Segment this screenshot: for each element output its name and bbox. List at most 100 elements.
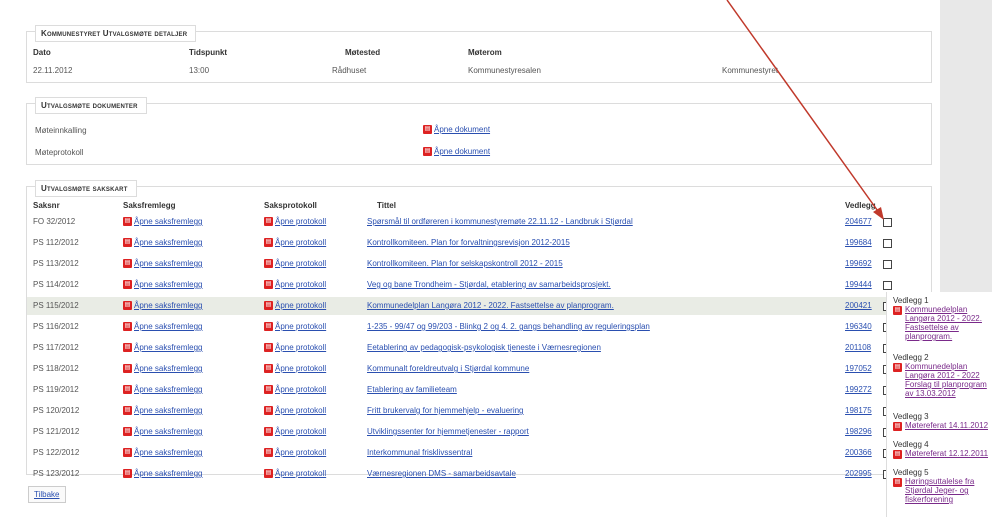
vedlegg-cell[interactable]: 198175 <box>845 406 872 415</box>
open-protokoll-link[interactable]: Åpne protokoll <box>275 322 326 331</box>
vedlegg-link-text[interactable]: Kommunedelplan Langøra 2012 - 2022 Forsl… <box>905 362 987 398</box>
attachment-icon[interactable] <box>883 218 892 227</box>
saksprotokoll-cell[interactable]: ▤ Åpne protokoll <box>264 343 326 353</box>
open-saksfremlegg-link[interactable]: Åpne saksfremlegg <box>134 301 202 310</box>
open-protokoll-link[interactable]: Åpne protokoll <box>275 301 326 310</box>
open-saksfremlegg-link[interactable]: Åpne saksfremlegg <box>134 406 202 415</box>
sak-title-link[interactable]: Fritt brukervalg for hjemmehjelp - evalu… <box>367 406 524 415</box>
open-saksfremlegg-link[interactable]: Åpne saksfremlegg <box>134 238 202 247</box>
vedlegg-id-link[interactable]: 199272 <box>845 385 872 394</box>
saksfremlegg-cell[interactable]: ▤ Åpne saksfremlegg <box>123 385 202 395</box>
vedlegg-id-link[interactable]: 204677 <box>845 217 872 226</box>
vedlegg-id-link[interactable]: 201108 <box>845 343 871 352</box>
saksprotokoll-cell[interactable]: ▤ Åpne protokoll <box>264 217 326 227</box>
saksprotokoll-cell[interactable]: ▤ Åpne protokoll <box>264 322 326 332</box>
vedlegg-cell[interactable]: 199272 <box>845 385 872 394</box>
sak-title-link[interactable]: Værnesregionen DMS - samarbeidsavtale <box>367 469 516 478</box>
tittel-cell[interactable]: Veg og bane Trondheim - Stjørdal, etable… <box>367 280 611 289</box>
vedlegg-link[interactable]: ▤ Møtereferat 14.11.2012 <box>893 421 992 431</box>
vedlegg-cell[interactable]: 199444 <box>845 280 872 289</box>
vedlegg-link-text[interactable]: Kommunedelplan Langøra 2012 - 2022. Fast… <box>905 305 982 341</box>
vedlegg-id-link[interactable]: 198175 <box>845 406 872 415</box>
open-saksfremlegg-link[interactable]: Åpne saksfremlegg <box>134 427 202 436</box>
open-document-link[interactable]: Åpne dokument <box>434 125 490 134</box>
saksfremlegg-cell[interactable]: ▤ Åpne saksfremlegg <box>123 427 202 437</box>
tittel-cell[interactable]: Kommunedelplan Langøra 2012 - 2022. Fast… <box>367 301 614 310</box>
open-protokoll-link[interactable]: Åpne protokoll <box>275 217 326 226</box>
vedlegg-cell[interactable]: 196340 <box>845 322 872 331</box>
saksprotokoll-cell[interactable]: ▤ Åpne protokoll <box>264 406 326 416</box>
tittel-cell[interactable]: Fritt brukervalg for hjemmehjelp - evalu… <box>367 406 524 415</box>
saksfremlegg-cell[interactable]: ▤ Åpne saksfremlegg <box>123 280 202 290</box>
vedlegg-link[interactable]: ▤ Møtereferat 12.12.2011 <box>893 449 992 459</box>
open-saksfremlegg-link[interactable]: Åpne saksfremlegg <box>134 280 202 289</box>
vedlegg-link[interactable]: ▤ Høringsuttalelse fra Stjørdal Jeger- og… <box>893 477 992 504</box>
tittel-cell[interactable]: 1-235 - 99/47 og 99/203 - Blinkg 2 og 4.… <box>367 322 650 331</box>
vedlegg-id-link[interactable]: 196340 <box>845 322 872 331</box>
open-protokoll-link[interactable]: Åpne protokoll <box>275 364 326 373</box>
open-protokoll-link[interactable]: Åpne protokoll <box>275 406 326 415</box>
open-protokoll-link[interactable]: Åpne protokoll <box>275 469 326 478</box>
sak-title-link[interactable]: Kommunedelplan Langøra 2012 - 2022. Fast… <box>367 301 614 310</box>
saksfremlegg-cell[interactable]: ▤ Åpne saksfremlegg <box>123 406 202 416</box>
sak-title-link[interactable]: Eetablering av pedagogisk-psykologisk tj… <box>367 343 601 352</box>
open-protokoll-link[interactable]: Åpne protokoll <box>275 427 326 436</box>
vedlegg-id-link[interactable]: 197052 <box>845 364 872 373</box>
tittel-cell[interactable]: Kommunalt foreldreutvalg i Stjørdal komm… <box>367 364 529 373</box>
open-saksfremlegg-link[interactable]: Åpne saksfremlegg <box>134 343 202 352</box>
vedlegg-cell[interactable]: 201108 <box>845 343 871 352</box>
sak-title-link[interactable]: Kontrollkomiteen. Plan for selskapskontr… <box>367 259 563 268</box>
saksprotokoll-cell[interactable]: ▤ Åpne protokoll <box>264 469 326 479</box>
sak-title-link[interactable]: Utviklingssenter for hjemmetjenester - r… <box>367 427 529 436</box>
doc-link-protokoll[interactable]: ▤ Åpne dokument <box>423 147 490 157</box>
tittel-cell[interactable]: Interkommunal frisklivssentral <box>367 448 472 457</box>
saksfremlegg-cell[interactable]: ▤ Åpne saksfremlegg <box>123 238 202 248</box>
saksfremlegg-cell[interactable]: ▤ Åpne saksfremlegg <box>123 217 202 227</box>
vedlegg-link[interactable]: ▤ Kommunedelplan Langøra 2012 - 2022 Fors… <box>893 362 992 398</box>
attachment-icon[interactable] <box>883 239 892 248</box>
vedlegg-id-link[interactable]: 199692 <box>845 259 872 268</box>
saksfremlegg-cell[interactable]: ▤ Åpne saksfremlegg <box>123 364 202 374</box>
tittel-cell[interactable]: Værnesregionen DMS - samarbeidsavtale <box>367 469 516 478</box>
sak-title-link[interactable]: Kommunalt foreldreutvalg i Stjørdal komm… <box>367 364 529 373</box>
attachment-icon[interactable] <box>883 260 892 269</box>
attachment-icon[interactable] <box>883 281 892 290</box>
sak-title-link[interactable]: Etablering av familieteam <box>367 385 457 394</box>
open-saksfremlegg-link[interactable]: Åpne saksfremlegg <box>134 259 202 268</box>
vedlegg-cell[interactable]: 204677 <box>845 217 872 226</box>
vedlegg-id-link[interactable]: 200421 <box>845 301 872 310</box>
saksprotokoll-cell[interactable]: ▤ Åpne protokoll <box>264 238 326 248</box>
saksprotokoll-cell[interactable]: ▤ Åpne protokoll <box>264 301 326 311</box>
open-protokoll-link[interactable]: Åpne protokoll <box>275 448 326 457</box>
vedlegg-cell[interactable]: 202995 <box>845 469 872 478</box>
tittel-cell[interactable]: Etablering av familieteam <box>367 385 457 394</box>
open-saksfremlegg-link[interactable]: Åpne saksfremlegg <box>134 217 202 226</box>
open-protokoll-link[interactable]: Åpne protokoll <box>275 238 326 247</box>
saksfremlegg-cell[interactable]: ▤ Åpne saksfremlegg <box>123 301 202 311</box>
tittel-cell[interactable]: Eetablering av pedagogisk-psykologisk tj… <box>367 343 601 352</box>
vedlegg-cell[interactable]: 199684 <box>845 238 872 247</box>
open-saksfremlegg-link[interactable]: Åpne saksfremlegg <box>134 469 202 478</box>
vedlegg-cell[interactable]: 200366 <box>845 448 872 457</box>
vedlegg-cell[interactable]: 198296 <box>845 427 872 436</box>
sak-title-link[interactable]: Interkommunal frisklivssentral <box>367 448 472 457</box>
vedlegg-link-text[interactable]: Høringsuttalelse fra Stjørdal Jeger- og … <box>905 477 974 504</box>
vedlegg-link[interactable]: ▤ Kommunedelplan Langøra 2012 - 2022. Fas… <box>893 305 992 341</box>
saksprotokoll-cell[interactable]: ▤ Åpne protokoll <box>264 280 326 290</box>
open-saksfremlegg-link[interactable]: Åpne saksfremlegg <box>134 385 202 394</box>
tittel-cell[interactable]: Kontrollkomiteen. Plan for forvaltningsr… <box>367 238 570 247</box>
open-document-link[interactable]: Åpne dokument <box>434 147 490 156</box>
back-button[interactable]: Tilbake <box>28 486 66 503</box>
saksfremlegg-cell[interactable]: ▤ Åpne saksfremlegg <box>123 259 202 269</box>
saksprotokoll-cell[interactable]: ▤ Åpne protokoll <box>264 427 326 437</box>
open-protokoll-link[interactable]: Åpne protokoll <box>275 343 326 352</box>
open-protokoll-link[interactable]: Åpne protokoll <box>275 280 326 289</box>
open-saksfremlegg-link[interactable]: Åpne saksfremlegg <box>134 322 202 331</box>
sak-title-link[interactable]: 1-235 - 99/47 og 99/203 - Blinkg 2 og 4.… <box>367 322 650 331</box>
saksprotokoll-cell[interactable]: ▤ Åpne protokoll <box>264 385 326 395</box>
vedlegg-id-link[interactable]: 202995 <box>845 469 872 478</box>
sak-title-link[interactable]: Kontrollkomiteen. Plan for forvaltningsr… <box>367 238 570 247</box>
saksfremlegg-cell[interactable]: ▤ Åpne saksfremlegg <box>123 322 202 332</box>
doc-link-innkalling[interactable]: ▤ Åpne dokument <box>423 125 490 135</box>
vedlegg-cell[interactable]: 200421 <box>845 301 872 310</box>
